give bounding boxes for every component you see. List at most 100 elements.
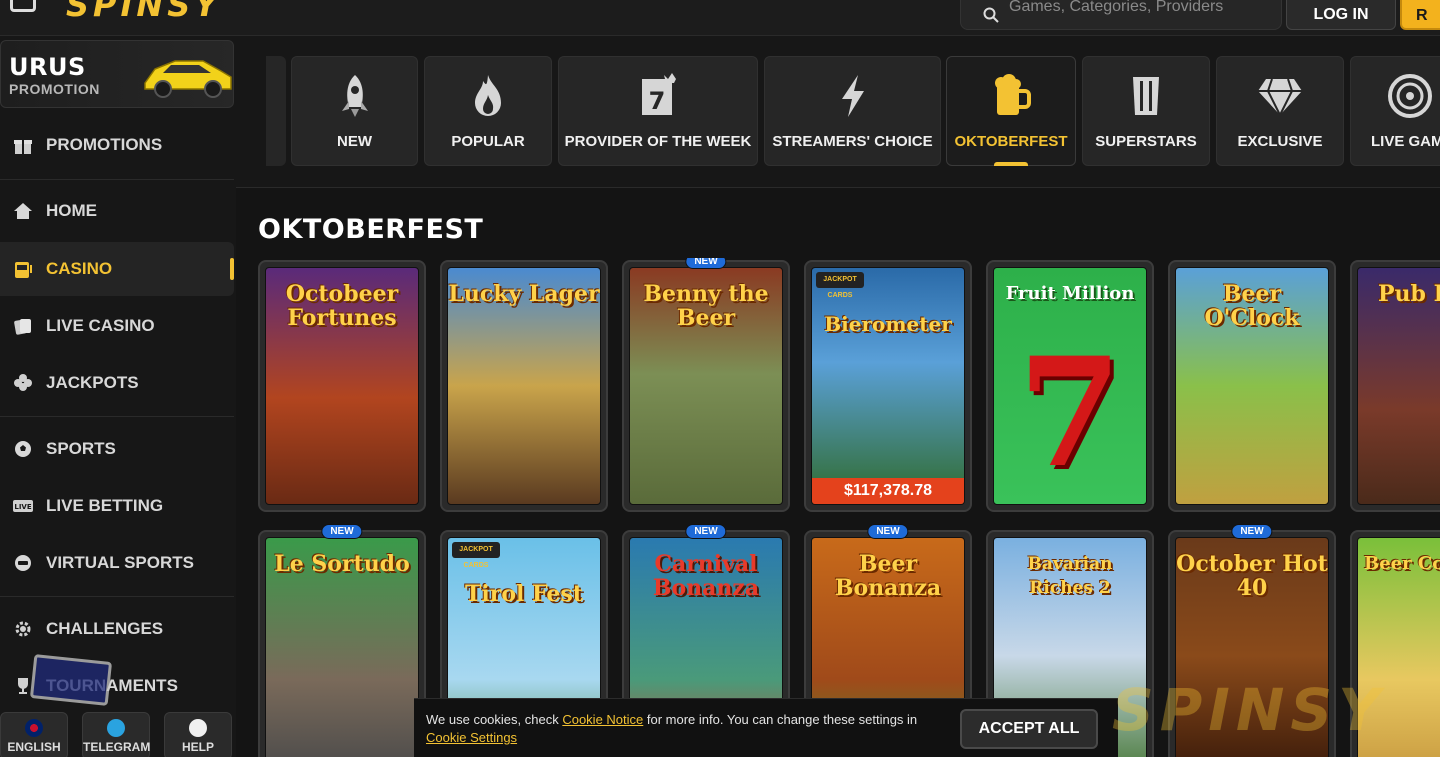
game-title: Benny the Beer	[643, 281, 769, 331]
live-icon: LIVE	[12, 495, 34, 517]
game-title: Lucky Lager	[448, 281, 600, 307]
game-thumbnail: Pub Kin	[1357, 267, 1440, 505]
new-badge: NEW	[321, 524, 363, 539]
category-superstars[interactable]: SUPERSTARS	[1082, 56, 1210, 166]
sidebar-item-casino[interactable]: CASINO	[0, 242, 234, 296]
category-scroll-stub[interactable]	[266, 56, 286, 166]
game-title: Bavarian Riches 2	[1027, 554, 1113, 598]
game-title: Bierometer	[824, 312, 952, 336]
urus-promotion-banner[interactable]: URUS PROMOTION	[0, 40, 234, 108]
calendar-seven-icon: 7	[642, 73, 676, 115]
diamond-icon	[1258, 78, 1302, 116]
flame-icon	[475, 75, 501, 116]
category-new[interactable]: NEW	[291, 56, 418, 166]
sidebar-item-label: JACKPOTS	[46, 373, 139, 392]
game-title: Carnival Bonanza	[652, 551, 760, 601]
accept-all-button[interactable]: ACCEPT ALL	[960, 709, 1098, 749]
sidebar-item-label: SPORTS	[46, 439, 116, 458]
sidebar-item-label: CHALLENGES	[46, 619, 164, 638]
lightning-icon	[841, 75, 864, 117]
game-tile[interactable]: NEW Benny the Beer	[622, 258, 790, 512]
game-thumbnail: Lucky Lager	[447, 267, 601, 505]
game-title: Pub Kin	[1378, 281, 1440, 307]
cookie-text-part: for more info. You can change these sett…	[643, 712, 918, 727]
clover-icon	[12, 372, 34, 394]
game-thumbnail: Fruit Million 7	[993, 267, 1147, 505]
category-live-games[interactable]: LIVE GAM	[1350, 56, 1440, 166]
sidebar-item-jackpots[interactable]: JACKPOTS	[0, 356, 234, 410]
category-label: POPULAR	[451, 133, 525, 150]
category-label: LIVE GAM	[1371, 133, 1440, 150]
category-label: STREAMERS' CHOICE	[772, 133, 933, 150]
uk-flag-icon	[25, 719, 43, 737]
game-tile[interactable]: JACKPOT CARDS Bierometer $117,378.78	[804, 260, 972, 512]
jackpot-cards-badge: JACKPOT CARDS	[816, 272, 864, 299]
divider	[0, 179, 234, 180]
category-oktoberfest[interactable]: OKTOBERFEST	[946, 56, 1076, 166]
help-button[interactable]: HELP	[164, 712, 232, 757]
promo-subtitle: PROMOTION	[9, 81, 100, 97]
category-label: OKTOBERFEST	[954, 133, 1068, 150]
game-tile[interactable]: Lucky Lager	[440, 260, 608, 512]
svg-text:7: 7	[649, 87, 666, 115]
game-title: Tirol Fest	[465, 581, 583, 607]
sidebar-item-virtual-sports[interactable]: VIRTUAL SPORTS	[0, 536, 234, 590]
game-thumbnail: Octobeer Fortunes	[265, 267, 419, 505]
telegram-label: TELEGRAM	[83, 740, 151, 754]
game-tile[interactable]: Fruit Million 7	[986, 260, 1154, 512]
cookie-settings-link[interactable]: Cookie Settings	[426, 730, 517, 745]
jackpot-amount: $117,378.78	[812, 478, 964, 504]
car-image	[144, 60, 232, 98]
game-title: Fruit Million	[1005, 283, 1135, 304]
category-provider-of-the-week[interactable]: 7 PROVIDER OF THE WEEK	[558, 56, 758, 166]
rocket-icon	[341, 75, 368, 117]
game-title: Beer Coll	[1364, 553, 1440, 574]
category-streamers-choice[interactable]: STREAMERS' CHOICE	[764, 56, 941, 166]
vr-icon	[12, 552, 34, 574]
sidebar-item-sports[interactable]: SPORTS	[0, 422, 234, 476]
sidebar-bottom-buttons: ENGLISH TELEGRAM HELP	[0, 712, 236, 757]
promo-title: URUS	[9, 53, 86, 81]
sidebar-item-challenges[interactable]: CHALLENGES	[0, 602, 234, 656]
telegram-button[interactable]: TELEGRAM	[82, 712, 150, 757]
site-logo[interactable]: SPINSY	[66, 0, 221, 24]
help-icon	[189, 719, 207, 737]
sidebar-item-live-casino[interactable]: LIVE CASINO	[0, 299, 234, 353]
search-box[interactable]	[960, 0, 1282, 30]
category-exclusive[interactable]: EXCLUSIVE	[1216, 56, 1344, 166]
game-tile[interactable]: Pub Kin	[1350, 260, 1440, 512]
language-button[interactable]: ENGLISH	[0, 712, 68, 757]
game-title: Beer Bonanza	[834, 551, 942, 601]
game-tile[interactable]: Beer O'Clock	[1168, 260, 1336, 512]
search-input[interactable]	[1009, 0, 1269, 19]
sidebar-item-label: LIVE CASINO	[46, 316, 155, 335]
top-bar: SPINSY LOG IN R	[0, 0, 1440, 36]
search-icon	[983, 7, 999, 23]
help-label: HELP	[181, 740, 214, 754]
menu-toggle-icon[interactable]	[10, 0, 36, 12]
new-badge: NEW	[685, 524, 727, 539]
sidebar-item-promotions[interactable]: PROMOTIONS	[0, 118, 234, 172]
sidebar-item-home[interactable]: HOME	[0, 184, 234, 238]
register-button[interactable]: R	[1400, 0, 1440, 30]
svg-text:LIVE: LIVE	[14, 503, 31, 511]
language-label: ENGLISH	[7, 740, 61, 754]
game-tile[interactable]: Octobeer Fortunes	[258, 260, 426, 512]
category-popular[interactable]: POPULAR	[424, 56, 552, 166]
category-label: PROVIDER OF THE WEEK	[564, 133, 752, 150]
category-label: SUPERSTARS	[1095, 133, 1197, 150]
category-bar: NEW POPULAR 7 PROVIDER OF THE WEEK STREA…	[236, 36, 1440, 188]
game-tile[interactable]: NEW Le Sortudo	[258, 524, 426, 757]
beer-mug-icon	[995, 74, 1031, 115]
game-title: Le Sortudo	[274, 551, 410, 577]
trophy-pillar-icon	[1133, 77, 1159, 115]
cookie-banner: We use cookies, check Cookie Notice for …	[414, 698, 1118, 757]
login-button[interactable]: LOG IN	[1286, 0, 1396, 30]
sidebar-item-live-betting[interactable]: LIVE LIVE BETTING	[0, 479, 234, 533]
cookie-notice-link[interactable]: Cookie Notice	[562, 712, 643, 727]
sidebar-item-label: PROMOTIONS	[46, 135, 163, 154]
game-title: Octobeer Fortunes	[285, 281, 399, 331]
game-thumbnail: JACKPOT CARDS Bierometer $117,378.78	[811, 267, 965, 505]
home-icon	[12, 200, 34, 222]
new-badge: NEW	[1231, 524, 1273, 539]
